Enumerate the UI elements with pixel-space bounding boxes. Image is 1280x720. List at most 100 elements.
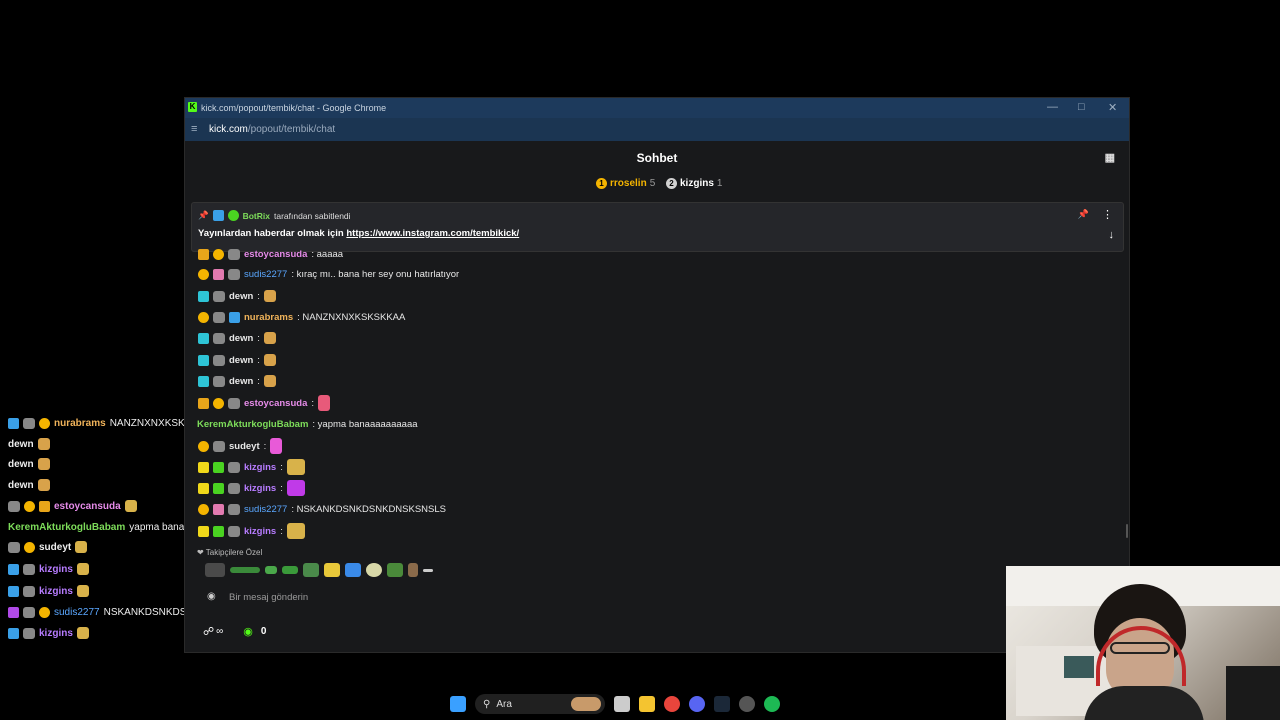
pinned-by: 📌 BotRix tarafından sabitlendi [198,210,351,221]
chat-message: sudis2277 : kıraç mı.. bana her sey onu … [198,265,459,283]
more-options-icon[interactable]: ⋮ [1102,208,1113,221]
emote-icon[interactable] [282,566,298,574]
chat-message: dewn: [198,372,276,390]
badge-icon [213,248,224,260]
pinned-body: Yayınlardan haberdar olmak için [198,228,347,239]
pinned-by-user[interactable]: BotRix [243,211,270,221]
chat-username[interactable]: KeremAkturkogluBabam [197,419,308,430]
spotify-icon[interactable] [764,696,780,712]
points-icon[interactable]: ◉ [243,625,253,638]
expand-icon[interactable]: ↓ [1109,229,1115,241]
scrollbar-thumb[interactable] [1126,524,1128,538]
overlay-message: kizgins [8,624,89,642]
chat-input[interactable]: ◉ Bir mesaj gönderin [197,588,1027,608]
search-label: Ara [496,698,512,710]
share-icon[interactable]: ☍ [203,625,214,638]
leaderboard-user: kizgins [680,178,714,189]
badge-icon [228,268,240,280]
badge-icon [229,311,240,323]
chat-username[interactable]: nurabrams [244,312,293,323]
chrome-icon[interactable] [664,696,680,712]
kick-logo-icon: K [188,102,197,112]
badge-icon [8,627,19,639]
chat-message: KeremAkturkogluBabam: yapma banaaaaaaaaa… [197,415,418,433]
overlay-message: dewn [8,435,50,453]
url-text[interactable]: kick.com/popout/tembik/chat [209,124,335,135]
discord-icon[interactable] [689,696,705,712]
chat-message: kizgins: [198,479,305,497]
overlay-username: dewn [8,479,34,491]
emote-icon [318,395,331,411]
overlay-username: estoycansuda [54,500,121,512]
chat-text: : kıraç mı.. bana her sey onu hatırlatıy… [291,268,460,280]
badge-icon [213,440,225,452]
chat-username[interactable]: sudis2277 [244,269,287,280]
chat-text: : [257,375,260,387]
badge-icon [8,606,19,618]
emote-bar [205,563,433,577]
file-explorer-icon[interactable] [639,696,655,712]
heart-icon: ❤ [197,548,204,557]
emote-icon[interactable] [230,567,260,573]
chat-username[interactable]: kizgins [244,483,276,494]
emoji-icon[interactable]: ◉ [207,591,216,602]
emote-icon[interactable] [324,563,340,577]
maximize-icon[interactable]: □ [1078,101,1085,113]
taskbar-search[interactable]: ⚲ Ara [475,694,605,714]
pinned-link[interactable]: https://www.instagram.com/tembikick/ [346,228,519,239]
chat-settings-icon[interactable]: ▦ [1105,141,1115,175]
chat-text: : NANZNXNXKSKSKKAA [297,311,406,323]
overlay-username: nurabrams [54,417,106,429]
task-view-icon[interactable] [614,696,630,712]
badge-icon [228,503,240,515]
leaderboard-entry[interactable]: 1 rroselin 5 [596,178,655,189]
window-titlebar[interactable]: K kick.com/popout/tembik/chat - Google C… [185,98,1129,118]
app-icon[interactable] [739,696,755,712]
address-bar[interactable]: ≡ kick.com/popout/tembik/chat [185,118,1129,141]
emote-icon[interactable] [408,563,418,577]
unpin-icon[interactable]: 📌 [1078,209,1089,220]
emote-icon[interactable] [366,563,382,577]
overlay-username: kizgins [39,563,73,575]
emote-icon[interactable] [345,563,361,577]
leaderboard-entry[interactable]: 2 kizgins 1 [666,178,722,189]
badge-icon [24,541,35,553]
chat-username[interactable]: estoycansuda [244,398,307,409]
webcam-feed [1006,566,1280,720]
emote-icon [76,585,89,597]
chat-username[interactable]: estoycansuda [244,249,307,260]
badge-icon [213,503,224,515]
badge-icon [8,585,19,597]
emote-icon[interactable] [205,563,225,577]
chat-input-placeholder: Bir mesaj gönderin [229,592,309,603]
emote-icon[interactable] [423,568,433,572]
emote-icon[interactable] [387,563,403,577]
chrome-popout-window: K kick.com/popout/tembik/chat - Google C… [184,97,1130,653]
emote-icon [286,480,305,496]
chat-text: : [311,397,315,409]
chat-text: : [263,440,267,452]
chat-username[interactable]: dewn [229,333,253,344]
chat-username[interactable]: dewn [229,291,253,302]
steam-icon[interactable] [714,696,730,712]
chat-username[interactable]: sudis2277 [244,504,287,515]
site-settings-icon[interactable]: ≡ [191,123,197,135]
minimize-icon[interactable]: — [1047,101,1058,113]
overlay-message: kizgins [8,560,89,578]
chat-username[interactable]: dewn [229,376,253,387]
chat-username[interactable]: kizgins [244,526,276,537]
chat-username[interactable]: dewn [229,355,253,366]
emote-icon[interactable] [303,563,319,577]
chat-message: sudis2277: NSKANKDSNKDSNKDNSKSNSLS [198,500,446,518]
windows-start-icon[interactable] [450,696,466,712]
chat-message: estoycansuda : aaaaa [198,245,343,263]
chat-text: : [280,525,283,537]
emote-icon[interactable] [265,566,277,574]
chat-username[interactable]: sudeyt [229,441,260,452]
chat-username[interactable]: kizgins [244,462,276,473]
badge-icon [213,311,225,323]
badge-icon [23,606,35,618]
badge-icon [23,563,35,575]
close-icon[interactable]: ✕ [1108,101,1117,114]
badge-icon [213,397,224,409]
